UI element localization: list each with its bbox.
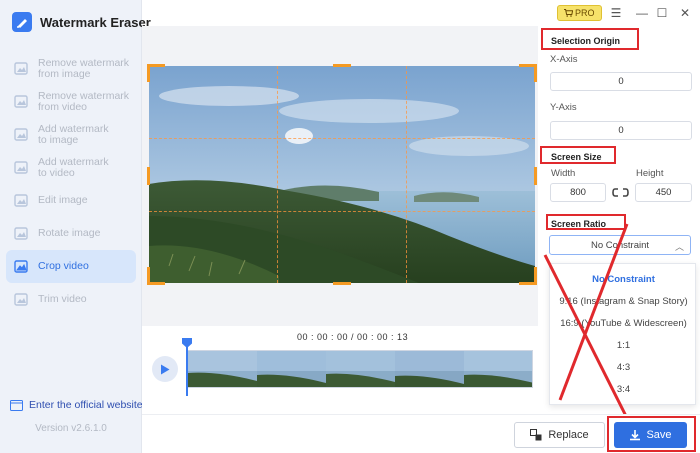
sidebar-item-label: Trim video [38,293,87,305]
replace-label: Replace [548,429,589,441]
sidebar: Watermark Eraser Remove watermark from i… [0,0,151,453]
image-erase-icon [14,61,28,75]
pro-badge[interactable]: PRO [557,5,602,21]
highlight-box [546,214,626,230]
ratio-option[interactable]: 1:1 [550,340,697,351]
playhead[interactable] [186,340,188,396]
sidebar-item-label: Remove watermark from image [38,56,130,80]
app-title: Watermark Eraser [40,14,151,30]
replace-icon [530,429,542,441]
y-axis-label: Y-Axis [550,102,577,113]
crop-handle-right[interactable] [534,167,537,185]
screen-ratio-selected: No Constraint [590,239,650,251]
sidebar-item-image-erase[interactable]: Remove watermark from image [6,52,136,85]
sidebar-item-edit-image[interactable]: Edit image [6,184,136,217]
crop-grid-line [277,66,278,283]
sidebar-item-label: Edit image [38,194,88,206]
app-logo-icon [12,12,32,32]
replace-button[interactable]: Replace [514,422,605,448]
title-bar: PRO ☰ — ☐ ✕ [142,0,700,26]
version-label: Version v2.6.1.0 [35,423,107,434]
edit-image-icon [14,193,28,207]
website-link[interactable]: Enter the official website [10,399,143,411]
crop-handle-top[interactable] [333,64,351,67]
video-erase-icon [14,94,28,108]
crop-icon [14,259,28,273]
y-axis-input[interactable]: 0 [550,121,692,140]
crop-handle-bottom[interactable] [333,282,351,285]
crop-handle-bottom-left[interactable] [147,267,150,285]
rotate-icon [14,226,28,240]
landscape-image [149,66,535,283]
height-label: Height [636,168,664,179]
download-icon [630,430,641,441]
brand: Watermark Eraser [12,12,151,32]
ratio-option[interactable]: No Constraint [550,274,697,285]
crop-handle-top-left[interactable] [147,64,150,82]
crop-grid-line [406,66,407,283]
frame-thumbnail [257,351,326,387]
crop-handle-top-right[interactable] [534,64,537,82]
width-input[interactable]: 800 [550,183,606,202]
image-add-icon [14,127,28,141]
x-axis-label: X-Axis [550,54,578,65]
sidebar-item-rotate[interactable]: Rotate image [6,217,136,250]
video-add-icon [14,160,28,174]
ratio-option[interactable]: 16:9 (YouTube & Widescreen) [550,318,697,329]
crop-handle-bottom-right[interactable] [534,267,537,285]
sidebar-item-crop[interactable]: Crop video [6,250,136,283]
width-label: Width [551,168,576,179]
crop-handle-left[interactable] [147,167,150,185]
trim-icon [14,292,28,306]
x-axis-input[interactable]: 0 [550,72,692,91]
sidebar-item-trim[interactable]: Trim video [6,283,136,316]
sidebar-nav: Remove watermark from image Remove waterm… [6,52,136,316]
ratio-option[interactable]: 4:3 [550,362,697,373]
ratio-option[interactable]: 3:4 [550,384,697,395]
cart-icon [564,9,573,17]
maximize-icon[interactable]: ☐ [654,5,670,21]
play-icon [161,364,170,374]
sidebar-item-video-erase[interactable]: Remove watermark from video [6,85,136,118]
screen-ratio-dropdown: No Constraint 9:16 (Instagram & Snap Sto… [549,263,696,405]
ratio-option[interactable]: 9:16 (Instagram & Snap Story) [550,296,697,307]
crop-grid-line [149,138,535,139]
sidebar-item-label: Add watermark to video [38,155,109,179]
save-label: Save [646,429,672,441]
frame-strip[interactable] [187,350,533,388]
frame-thumbnail [188,351,257,387]
video-preview[interactable] [149,66,535,283]
browser-icon [10,399,23,411]
chevron-up-icon: ︿ [674,242,684,252]
frame-thumbnail [464,351,532,387]
menu-icon[interactable]: ☰ [608,5,624,21]
sidebar-item-video-add[interactable]: Add watermark to video [6,151,136,184]
save-button[interactable]: Save [614,422,687,448]
sidebar-item-label: Rotate image [38,227,101,239]
sidebar-item-label: Crop video [38,260,89,272]
sidebar-item-image-add[interactable]: Add watermark to image [6,118,136,151]
timecode: 00 : 00 : 00 / 00 : 00 : 13 [297,332,409,342]
frame-thumbnail [395,351,464,387]
minimize-icon[interactable]: — [634,5,650,21]
link-ratio-icon[interactable] [612,186,629,199]
height-input[interactable]: 450 [635,183,692,202]
screen-ratio-select[interactable]: No Constraint ︿ [549,235,691,255]
sidebar-item-label: Add watermark to image [38,122,109,146]
sidebar-item-label: Remove watermark from video [38,89,130,113]
highlight-box [540,146,616,164]
website-link-label: Enter the official website [29,399,143,411]
frame-thumbnail [326,351,395,387]
pro-label: PRO [575,8,595,18]
crop-grid-line [149,211,535,212]
close-icon[interactable]: ✕ [677,5,693,21]
highlight-box [541,28,639,50]
play-button[interactable] [152,356,178,382]
